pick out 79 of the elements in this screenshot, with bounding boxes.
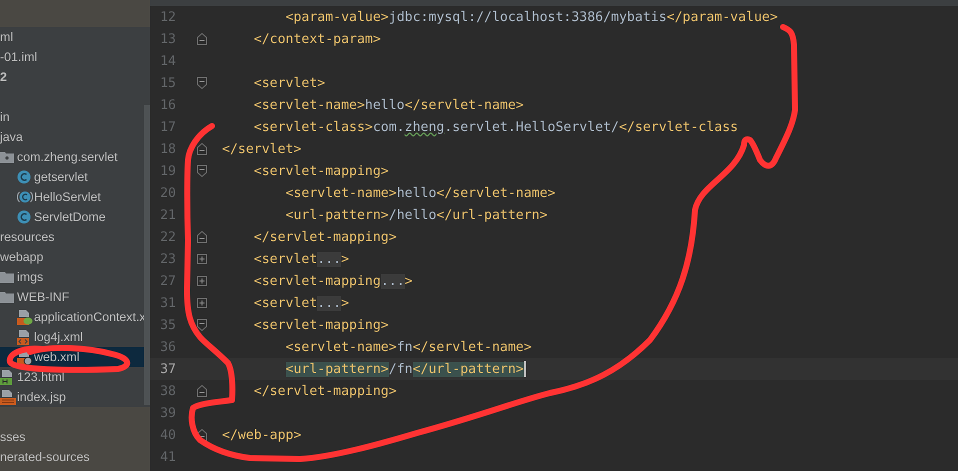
tree-row[interactable]: WEB-INF	[0, 287, 144, 307]
jsp-file-icon	[0, 389, 16, 405]
tree-row[interactable]: log4j.xml	[0, 327, 144, 347]
scrollbar-thumb[interactable]	[144, 105, 150, 405]
code-line: </servlet-mapping>	[252, 230, 397, 244]
tree-row[interactable]: webapp	[0, 247, 144, 267]
tree-row[interactable]: 123.html	[0, 367, 144, 387]
code-line: <servlet...>	[252, 296, 350, 310]
tree-row[interactable]: in	[0, 107, 144, 127]
tree-row[interactable]: ServletDome	[0, 207, 144, 227]
tree-row[interactable]: com.zheng.servlet	[0, 147, 144, 167]
expand-icon[interactable]	[197, 276, 207, 286]
line-number: 19	[159, 164, 176, 178]
line-number: 39	[159, 406, 176, 420]
line-number: 40	[159, 428, 176, 442]
line-number: 16	[159, 98, 176, 112]
code-line: <servlet>	[252, 76, 326, 90]
line-number: 23	[159, 252, 176, 266]
tree-row[interactable]: resources	[0, 227, 144, 247]
line-number: 35	[159, 318, 176, 332]
line-number: 18	[159, 142, 176, 156]
tree-item[interactable]: ml	[0, 30, 14, 44]
line-number: 13	[159, 32, 176, 46]
code-line: <servlet-name>fn</servlet-name>	[284, 340, 532, 354]
code-line: </servlet>	[222, 142, 302, 156]
folder-icon	[0, 271, 14, 283]
tree-row[interactable]: getservlet	[0, 167, 144, 187]
expand-icon[interactable]	[197, 298, 207, 308]
code-line: <servlet-name>hello</servlet-name>	[284, 186, 556, 200]
class-icon	[17, 210, 31, 224]
tree-item[interactable]: -01.iml	[0, 50, 38, 64]
collapse-icon[interactable]	[197, 33, 207, 45]
line-number: 37	[159, 362, 176, 376]
line-number: 31	[159, 296, 176, 310]
line-number: 21	[159, 208, 176, 222]
code-line: <servlet...>	[252, 252, 350, 266]
tree-row[interactable]: java	[0, 127, 144, 147]
code-line: <servlet-mapping>	[252, 318, 389, 332]
collapse-icon[interactable]	[197, 77, 207, 89]
line-number: 14	[159, 54, 176, 68]
code-line: <url-pattern>/fn</url-pattern>	[284, 362, 524, 376]
tree-row[interactable]: index.jsp	[0, 387, 144, 407]
html-file-icon	[0, 369, 14, 385]
tree-item[interactable]: nerated-sources	[0, 450, 90, 464]
code-line: </context-param>	[252, 32, 381, 46]
tree-item[interactable]: 2	[0, 70, 7, 84]
code-line: <servlet-name>hello</servlet-name>	[252, 98, 524, 112]
folder-icon	[0, 291, 14, 303]
code-line: <param-value>jdbc:mysql://localhost:3386/mybatis</param-value>	[284, 10, 778, 24]
code-line: <servlet-class>com.zheng.servlet.HelloServlet/</servlet-class	[252, 120, 738, 134]
code-line: </web-app>	[222, 428, 302, 442]
line-number: 38	[159, 384, 176, 398]
line-number: 36	[159, 340, 176, 354]
expand-icon[interactable]	[197, 254, 207, 264]
line-number: 22	[159, 230, 176, 244]
tree-row[interactable]: applicationContext.x	[0, 307, 144, 327]
line-number: 12	[159, 10, 176, 24]
collapse-icon[interactable]	[197, 165, 207, 177]
line-number: 41	[159, 450, 176, 464]
code-line: <url-pattern>/hello</url-pattern>	[284, 208, 548, 222]
tree-row[interactable]: imgs	[0, 267, 144, 287]
text-cursor	[524, 361, 526, 377]
xml-file-icon	[17, 329, 31, 345]
collapse-icon[interactable]	[197, 319, 207, 331]
collapse-icon[interactable]	[197, 231, 207, 243]
xml-file-icon	[17, 309, 33, 325]
tree-row[interactable]: HelloServlet	[0, 187, 144, 207]
line-number: 20	[159, 186, 176, 200]
code-line: </servlet-mapping>	[252, 384, 397, 398]
code-line: <servlet-mapping>	[252, 164, 389, 178]
class-icon	[17, 170, 31, 184]
collapse-icon[interactable]	[197, 143, 207, 155]
code-line: <servlet-mapping...>	[252, 274, 413, 288]
line-number: 15	[159, 76, 176, 90]
line-number: 17	[159, 120, 176, 134]
tree-item[interactable]: sses	[0, 430, 26, 444]
collapse-icon[interactable]	[197, 385, 207, 397]
class-icon	[17, 190, 33, 204]
line-number: 27	[159, 274, 176, 288]
